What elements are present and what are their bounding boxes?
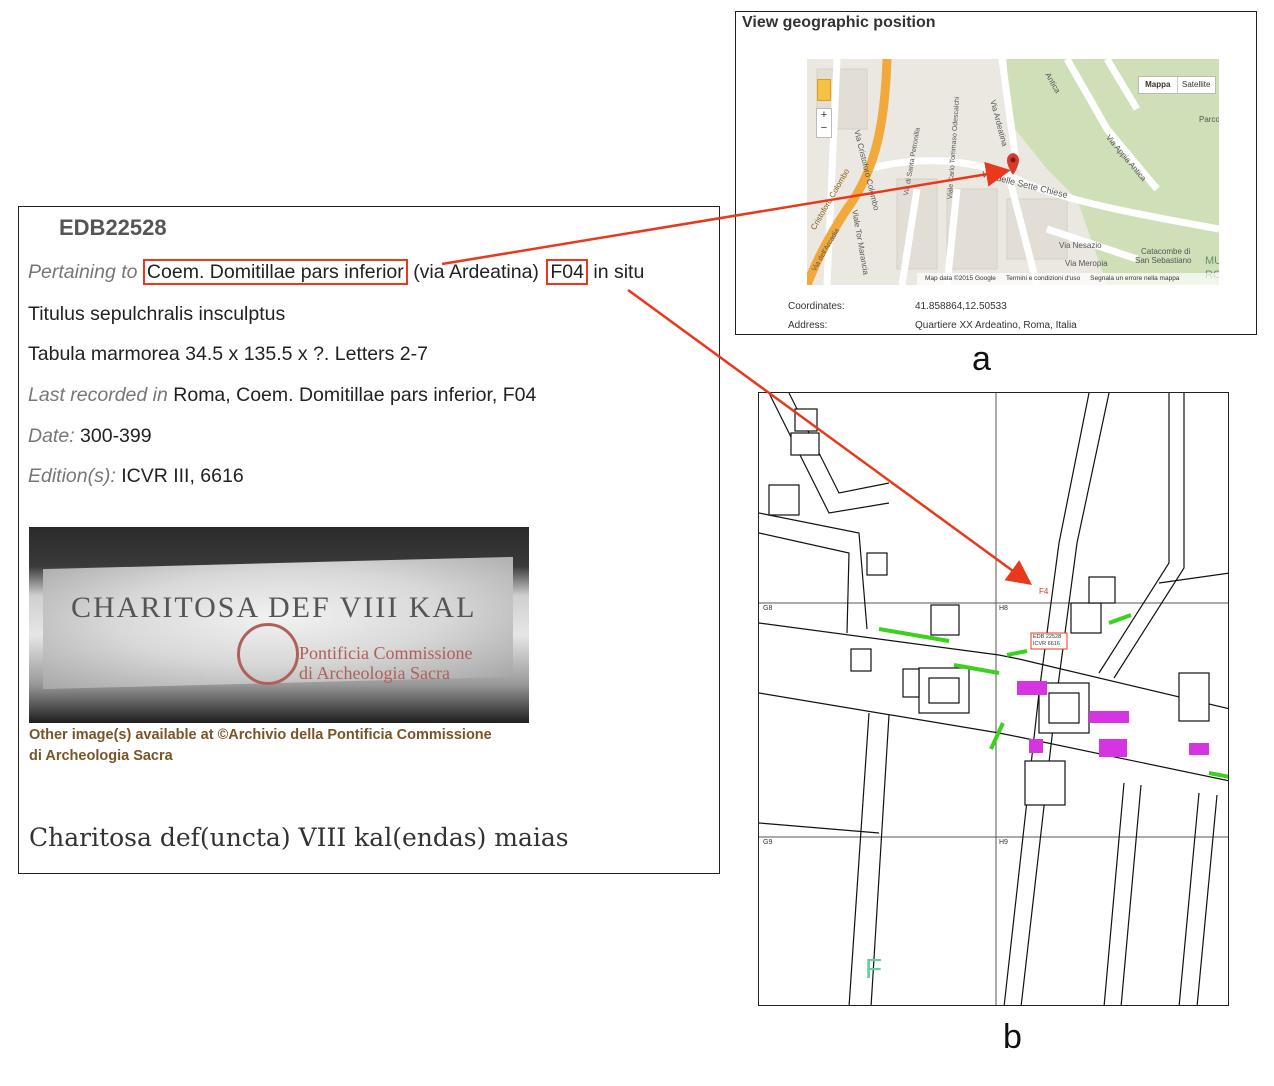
map-type-satellite[interactable]: Satellite [1178,77,1216,93]
site-code-link[interactable]: F04 [546,259,588,285]
region-letter: F [865,953,883,984]
inscription-photo[interactable]: CHARITOSA DEF VIII KAL Pontificia Commis… [29,527,529,723]
map-view[interactable]: + − Mappa Satellite Via Cristoforo Colom… [807,59,1219,285]
grid-lines [759,393,1228,1005]
f4-marker: F4 [1039,587,1049,596]
grid-label-h9: H9 [999,839,1008,846]
map-type-control: Mappa Satellite [1138,76,1216,94]
watermark-seal-icon [237,623,299,685]
record-label-line-2: ICVR 6616 [1033,641,1060,647]
pertaining-row: Pertaining to Coem. Domitillae pars infe… [28,259,645,285]
street-label: Catacombe di [1141,247,1191,256]
address-label: Address: [788,320,828,331]
in-situ: in situ [593,261,645,283]
object-type: Titulus sepulchralis insculptus [28,303,286,325]
credit-line-1: Other image(s) available at ©Archivio de… [29,727,492,743]
coordinates-label: Coordinates: [788,301,845,312]
letters: Letters 2-7 [334,343,428,365]
photo-watermark-line-2: di Archeologia Sacra [299,663,450,683]
catacomb-plan[interactable]: G8 H8 G9 H9 F4 EDB 22528 ICVR 6616 F [758,392,1229,1006]
street-label: MU [1205,255,1219,267]
coordinates-value: 41.858864,12.50533 [915,301,1007,312]
edition-label: Edition(s): [28,465,116,487]
plan-drawing [759,393,1228,1005]
edition-row: Edition(s): ICVR III, 6616 [28,465,244,488]
transcription: Charitosa def(uncta) VIII kal(endas) mai… [29,823,569,852]
record-label-line-1: EDB 22528 [1033,634,1062,640]
street-label: San Sebastiano [1135,256,1192,265]
date-row: Date: 300-399 [28,425,152,448]
record-label-text: EDB 22528 ICVR 6616 [1033,634,1061,648]
geo-panel: View geographic position + − Mappa Satel… [735,11,1257,335]
panel-letter-b: b [1003,1018,1022,1056]
last-recorded-row: Last recorded in Roma, Coem. Domitillae … [28,384,536,407]
map-type-mappa[interactable]: Mappa [1139,77,1178,93]
pertaining-label: Pertaining to [28,261,138,283]
corridors [759,393,1228,1005]
pegman-icon[interactable] [817,79,831,101]
map-footer: Map data ©2015 Google Termini e condizio… [917,273,1219,285]
zoom-out-button[interactable]: − [817,122,831,135]
record-id: EDB22528 [59,215,167,240]
zoom-in-button[interactable]: + [817,109,831,122]
support-type: Tabula marmorea [28,343,180,365]
address-value: Quartiere XX Ardeatino, Roma, Italia [915,320,1077,331]
map-report-link[interactable]: Segnala un errore nella mappa [1090,273,1179,285]
site-name-link[interactable]: Coem. Domitillae pars inferior [142,259,408,285]
grid-label-h8: H8 [999,605,1008,612]
photo-watermark-line-1: Pontificia Commissione [299,643,473,663]
map-terms-link[interactable]: Termini e condizioni d'uso [1006,273,1080,285]
photo-inscription-text: CHARITOSA DEF VIII KAL [71,591,477,624]
last-recorded-label: Last recorded in [28,384,168,406]
dimensions: 34.5 x 135.5 x ?. [185,343,330,365]
date-value: 300-399 [80,425,152,447]
street-label: Via Nesazio [1059,241,1102,250]
support-row: Tabula marmorea 34.5 x 135.5 x ?. Letter… [28,343,428,366]
credit-line-2: di Archeologia Sacra [29,748,173,764]
street-label: Parco [1199,115,1219,124]
street-label: Via Meropia [1065,259,1108,268]
date-label: Date: [28,425,75,447]
photo-watermark: Pontificia Commissione di Archeologia Sa… [299,643,473,683]
edb-record-panel: EDB22528 Pertaining to Coem. Domitillae … [18,206,720,874]
geo-panel-title: View geographic position [742,14,936,31]
edition-value: ICVR III, 6616 [121,465,244,487]
site-road: (via Ardeatina) [413,261,539,283]
zoom-control: + − [816,108,832,138]
last-recorded-value: Roma, Coem. Domitillae pars inferior, F0… [173,384,537,406]
image-credit-link[interactable]: Other image(s) available at ©Archivio de… [29,725,569,767]
grid-label-g8: G8 [763,605,773,612]
cubicula [768,408,1210,806]
map-data-credit: Map data ©2015 Google [925,275,996,282]
panel-letter-a: a [972,340,991,378]
grid-label-g9: G9 [763,839,773,846]
